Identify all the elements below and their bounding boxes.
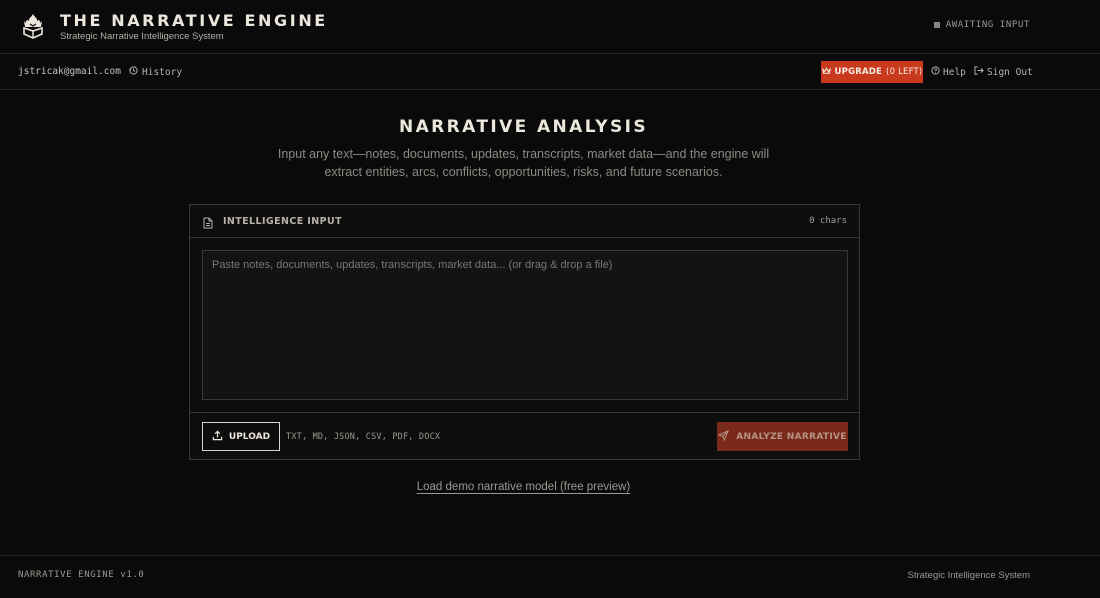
document-icon: [203, 216, 213, 234]
help-link[interactable]: Help: [931, 66, 966, 78]
panel-header: INTELLIGENCE INPUT 0 chars: [190, 205, 859, 238]
help-circle-icon: [931, 66, 940, 78]
upgrade-count: (0 LEFT): [886, 67, 923, 77]
load-demo-link[interactable]: Load demo narrative model (free preview): [0, 481, 1047, 493]
panel-title: INTELLIGENCE INPUT: [223, 216, 342, 227]
sign-out-label: Sign Out: [987, 66, 1033, 78]
page-description: Input any text—notes, documents, updates…: [277, 147, 770, 179]
panel-footer: UPLOAD TXT, MD, JSON, CSV, PDF, DOCX ANA…: [190, 412, 859, 459]
user-email: jstricak@gmail.com: [18, 66, 121, 77]
sign-out-icon: [974, 66, 984, 78]
analyze-label: ANALYZE NARRATIVE: [736, 431, 847, 442]
status-indicator: AWAITING INPUT: [933, 20, 1030, 30]
brand-title: THE NARRATIVE ENGINE: [60, 11, 328, 30]
footer-version: NARRATIVE ENGINE v1.0: [18, 570, 145, 580]
footer-tagline: Strategic Intelligence System: [907, 570, 1030, 581]
app-footer: NARRATIVE ENGINE v1.0 Strategic Intellig…: [0, 555, 1100, 598]
send-icon: [717, 429, 730, 444]
narrative-text-input[interactable]: [202, 250, 848, 400]
history-label: History: [142, 66, 183, 78]
upload-icon: [212, 430, 223, 444]
upload-button[interactable]: UPLOAD: [202, 422, 280, 451]
upgrade-button[interactable]: UPGRADE (0 LEFT): [821, 61, 923, 83]
upload-label: UPLOAD: [228, 431, 271, 442]
history-link[interactable]: History: [129, 66, 182, 78]
upgrade-label: UPGRADE: [834, 67, 883, 77]
help-label: Help: [943, 66, 966, 78]
history-clock-icon: [129, 66, 138, 78]
app-header: THE NARRATIVE ENGINE Strategic Narrative…: [0, 0, 1100, 54]
crown-icon: [821, 66, 831, 78]
intelligence-input-panel: INTELLIGENCE INPUT 0 chars UPLOAD TXT, M…: [189, 204, 860, 460]
supported-formats: TXT, MD, JSON, CSV, PDF, DOCX: [286, 432, 441, 442]
status-text: AWAITING INPUT: [945, 20, 1030, 30]
sign-out-link[interactable]: Sign Out: [974, 66, 1033, 78]
flame-crown-icon[interactable]: [20, 12, 46, 40]
char-count: 0 chars: [809, 216, 847, 226]
page-title: NARRATIVE ANALYSIS: [398, 117, 649, 137]
brand-subtitle: Strategic Narrative Intelligence System: [60, 31, 224, 42]
analyze-narrative-button[interactable]: ANALYZE NARRATIVE: [717, 422, 848, 451]
status-square-icon: [933, 22, 940, 28]
